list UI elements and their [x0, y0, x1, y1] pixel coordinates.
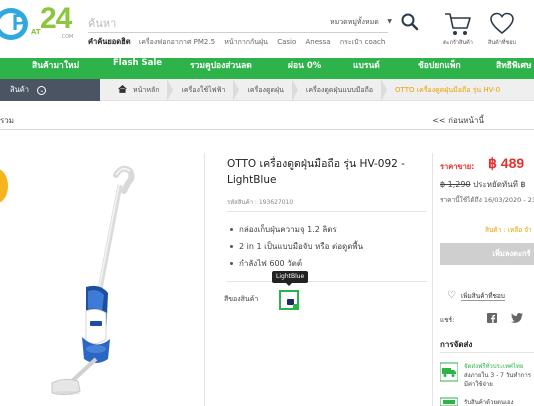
popular-tag[interactable]: หน้ากากกันฝุ่น: [224, 38, 268, 46]
back-link[interactable]: << ก่อนหน้านี้: [432, 114, 484, 127]
selected-indicator: [293, 304, 298, 309]
search-underline: [88, 32, 388, 33]
nav-item-brands[interactable]: แบรนด์: [353, 58, 380, 79]
search-input[interactable]: [88, 13, 325, 33]
product-sku: รหัสสินค้า : 193627010: [227, 199, 294, 206]
shipping-info: จัดส่งฟรีทั่วประเทศไทย ส่งภายใน 3 - 7 วั…: [464, 362, 534, 389]
category-menu-button[interactable]: สินค้า ⌄: [0, 79, 100, 101]
site-header: P AT 24 .COM หมวดหมู่ทั้งหมด ▼ คำค้นยอดฮ…: [0, 0, 534, 58]
category-select-label: หมวดหมู่ทั้งหมด: [330, 18, 379, 26]
feature-item: 2 in 1 เป็นแบบมือจับ หรือ ต่อดูดพื้น: [230, 238, 430, 255]
popular-searches-label: คำค้นยอดฮิต: [88, 37, 131, 46]
free-shipping-text: จัดส่งฟรีทั่วประเทศไทย: [464, 363, 524, 370]
breadcrumb-bar: สินค้า ⌄ หน้าหลัก เครื่องใช้ไฟฟ้า เครื่อง…: [0, 79, 534, 101]
twitter-icon[interactable]: [511, 313, 523, 323]
old-price-row: ฿ 1,290 ประหยัดทันที ฿: [440, 178, 526, 191]
feature-list: กล่องเก็บฝุ่นความจุ 1.2 ลิตร 2 in 1 เป็น…: [230, 221, 430, 272]
nav-item-privileges[interactable]: สิทธิพิเศษ: [496, 58, 532, 79]
logo-com: .COM: [60, 34, 74, 40]
all-link[interactable]: รวม: [0, 114, 14, 127]
old-price: ฿ 1,290: [440, 180, 471, 189]
stock-note: สินค้า : เหลือ จำ: [485, 226, 532, 234]
wishlist-button[interactable]: สินค้าที่ชอบ: [476, 10, 528, 50]
share-label: แชร์:: [440, 316, 455, 324]
breadcrumb-home[interactable]: หน้าหลัก: [100, 79, 174, 101]
product-image[interactable]: [30, 161, 150, 401]
shipping-title: การจัดส่ง: [440, 340, 473, 349]
nav-item-installment[interactable]: ผ่อน 0%: [288, 58, 321, 79]
truck-icon: [440, 362, 458, 382]
store-icon: [440, 397, 458, 406]
heart-icon: [490, 12, 514, 35]
breadcrumb: หน้าหลัก เครื่องใช้ไฟฟ้า เครื่องดูดฝุ่น เค…: [100, 79, 514, 101]
saving-value: ฿: [520, 180, 526, 189]
divider: [227, 211, 427, 212]
logo-24: 24: [40, 2, 72, 35]
divider: [227, 281, 427, 282]
heart-icon: ♡: [447, 290, 456, 301]
shipping-cost: มีค่าใช้จ่าย: [464, 381, 493, 388]
nav-item-coupons[interactable]: รวมคูปองส่วนลด: [190, 58, 252, 79]
nav-item-flash-sale[interactable]: Flash Sale: [113, 58, 162, 79]
breadcrumb-item[interactable]: เครื่องดูดฝุ่นแบบมือถือ: [298, 79, 388, 101]
search-button[interactable]: [399, 11, 421, 33]
home-icon: [118, 84, 127, 93]
promo-badge: [0, 169, 8, 203]
add-wishlist-link[interactable]: ♡ เพิ่มสินค้าที่ชอบ: [447, 290, 505, 301]
color-tooltip: LightBlue: [272, 271, 309, 286]
pickup-text: รับสินค้าด้วยตนเอง: [464, 399, 514, 406]
color-label: สีของสินค้า: [224, 295, 259, 303]
popular-tag[interactable]: เครื่องฟอกอากาศ PM2.5: [139, 38, 215, 46]
breadcrumb-current: OTTO เครื่องดูดฝุ่นมือถือ รุ่น HV-0: [395, 86, 501, 94]
chevron-down-circle-icon: ⌄: [37, 85, 47, 95]
facebook-icon[interactable]: [487, 313, 497, 323]
product-title: OTTO เครื่องดูดฝุ่นมือถือ รุ่น HV-092 - …: [227, 158, 405, 186]
breadcrumb-item[interactable]: เครื่องดูดฝุ่น: [239, 79, 299, 101]
add-to-cart-button[interactable]: เพิ่มลงตะกร้: [440, 243, 534, 265]
search-icon: [401, 13, 419, 31]
category-select[interactable]: หมวดหมู่ทั้งหมด ▼: [330, 14, 392, 30]
back-row: รวม << ก่อนหน้านี้: [0, 112, 534, 130]
product-page: P AT 24 .COM หมวดหมู่ทั้งหมด ▼ คำค้นยอดฮ…: [0, 0, 534, 406]
nav-item-packs[interactable]: ช้อปยกแพ็ก: [418, 58, 461, 79]
breadcrumb-item[interactable]: เครื่องใช้ไฟฟ้า: [173, 79, 240, 101]
popular-tag[interactable]: กระเป๋า coach: [340, 38, 385, 46]
add-wishlist-label: เพิ่มสินค้าที่ชอบ: [461, 291, 505, 301]
popular-tag[interactable]: Anessa: [305, 38, 330, 46]
saving-label: ประหยัดทันที: [473, 180, 518, 189]
price-label: ราคาขาย:: [440, 162, 475, 171]
site-logo[interactable]: P AT 24 .COM: [0, 2, 78, 44]
category-menu-label: สินค้า: [10, 85, 29, 94]
feature-item: กำลังไฟ 600 วัตต์: [230, 255, 430, 272]
promo-note: ราคานี้ใช้ได้ถึง 16/03/2020 - 23:: [440, 196, 534, 204]
cart-icon: [445, 13, 471, 35]
feature-item: กล่องเก็บฝุ่นความจุ 1.2 ลิตร: [230, 221, 430, 238]
main-nav: สินค้ามาใหม่ Flash Sale รวมคูปองส่วนลด ผ…: [0, 58, 534, 79]
popular-searches: คำค้นยอดฮิต เครื่องฟอกอากาศ PM2.5 หน้ากา…: [88, 36, 388, 48]
divider: [440, 352, 534, 353]
product-image-area: [0, 153, 205, 406]
logo-letter-p: P: [12, 10, 27, 35]
breadcrumb-home-label: หน้าหลัก: [133, 86, 160, 94]
chevron-down-icon: ▼: [387, 18, 392, 25]
popular-tag[interactable]: Casio: [277, 38, 296, 46]
nav-item-new[interactable]: สินค้ามาใหม่: [32, 58, 79, 79]
color-swatch-lightblue[interactable]: [279, 290, 299, 310]
price-value: ฿ 489: [488, 155, 525, 171]
wishlist-label: สินค้าที่ชอบ: [487, 40, 517, 46]
shipping-time: ส่งภายใน 3 - 7 วันทำการ: [464, 372, 531, 379]
